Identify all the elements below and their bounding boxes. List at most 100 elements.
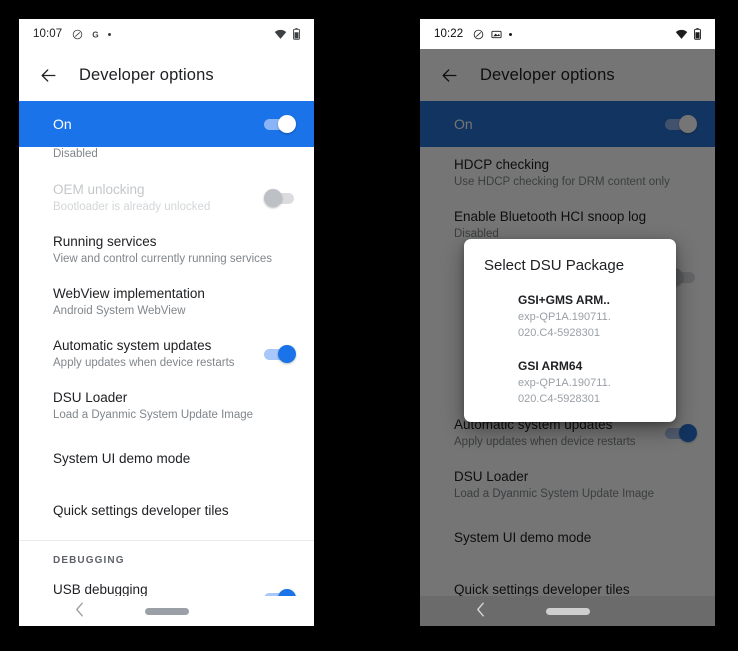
navigation-bar-right [420, 596, 715, 626]
list-item-texts: WebView implementation Android System We… [53, 285, 296, 319]
list-item-subtitle: Android System WebView [53, 305, 186, 317]
do-not-disturb-icon [72, 29, 83, 40]
settings-list-left: Disabled OEM unlocking Bootloader is alr… [19, 147, 314, 626]
list-item-title: Automatic system updates [53, 338, 212, 353]
list-item-title: WebView implementation [53, 286, 205, 301]
dialog-option-build-line1: exp-QP1A.190711. [518, 311, 611, 323]
list-item[interactable]: Disabled [19, 147, 314, 172]
list-item-title: Running services [53, 234, 157, 249]
section-header-debugging: DEBUGGING [53, 555, 125, 566]
list-item-webview-implementation[interactable]: WebView implementation Android System We… [19, 276, 314, 328]
wifi-icon [675, 29, 688, 40]
list-item-system-ui-demo-mode[interactable]: System UI demo mode [420, 511, 715, 563]
list-item-texts: Automatic system updates Apply updates w… [53, 337, 264, 371]
list-item-dsu-loader[interactable]: DSU Loader Load a Dyanmic System Update … [19, 380, 314, 432]
list-item-dsu-loader[interactable]: DSU Loader Load a Dyanmic System Update … [420, 459, 715, 511]
list-item-texts: Quick settings developer tiles [53, 502, 296, 519]
list-item-title: System UI demo mode [53, 450, 191, 466]
more-dot-icon [509, 32, 513, 36]
list-item-subtitle: Apply updates when device restarts [454, 436, 636, 448]
list-item-title: Quick settings developer tiles [53, 502, 229, 518]
dialog-option-gsi-gms-arm[interactable]: GSI+GMS ARM.. exp-QP1A.190711. 020.C4-59… [464, 292, 676, 340]
screenshot-stage: 10:07 G Developer options On Disabled OE… [0, 0, 738, 651]
toggle-thumb [679, 424, 697, 442]
oem-unlocking-toggle[interactable] [264, 189, 296, 207]
list-item-running-services[interactable]: Running services View and control curren… [19, 224, 314, 276]
battery-icon [293, 28, 300, 40]
automatic-system-updates-toggle[interactable] [264, 345, 296, 363]
status-right-icons [274, 28, 300, 40]
more-dot-icon [108, 32, 112, 36]
master-switch-toggle[interactable] [665, 115, 697, 133]
status-clock: 10:22 [434, 28, 464, 40]
status-bar-right: 10:22 [420, 19, 715, 49]
dialog-option-build-line2: 020.C4-5928301 [518, 327, 600, 339]
list-item-texts: Quick settings developer tiles [454, 581, 697, 598]
list-item-subtitle: Disabled [53, 148, 98, 160]
list-item-subtitle: Apply updates when device restarts [53, 357, 235, 369]
list-item-texts: Enable Bluetooth HCI snoop log Disabled [454, 208, 697, 242]
battery-icon [694, 28, 701, 40]
list-item-subtitle: Load a Dyanmic System Update Image [454, 488, 655, 500]
status-bar-left: 10:07 G [19, 19, 314, 49]
status-left-icons: G [72, 29, 112, 40]
page-title: Developer options [79, 65, 214, 84]
nav-back-chevron-icon[interactable] [476, 602, 485, 620]
list-item-system-ui-demo-mode[interactable]: System UI demo mode [19, 432, 314, 484]
developer-options-master-row[interactable]: On [420, 101, 715, 147]
master-switch-label: On [53, 116, 72, 132]
list-item-texts: System UI demo mode [53, 450, 296, 467]
back-arrow-icon[interactable] [436, 62, 462, 88]
automatic-system-updates-toggle[interactable] [665, 424, 697, 442]
screen-left: 10:07 G Developer options On Disabled OE… [19, 19, 314, 626]
master-switch-toggle[interactable] [264, 115, 296, 133]
dialog-title: Select DSU Package [484, 257, 625, 274]
nav-back-chevron-icon[interactable] [75, 602, 84, 620]
list-item-title: OEM unlocking [53, 182, 145, 197]
list-item-texts: DSU Loader Load a Dyanmic System Update … [454, 468, 697, 502]
screen-right: 10:22 Developer options On HDCP checking… [420, 19, 715, 626]
list-item-texts: System UI demo mode [454, 529, 697, 546]
list-item-hdcp-checking[interactable]: HDCP checking Use HDCP checking for DRM … [420, 147, 715, 199]
list-item-subtitle: Use HDCP checking for DRM content only [454, 176, 670, 188]
list-item-quick-settings-developer-tiles[interactable]: Quick settings developer tiles [19, 484, 314, 536]
nav-home-pill-icon[interactable] [545, 607, 590, 615]
list-item-title: System UI demo mode [454, 529, 592, 545]
dialog-option-build-line1: exp-QP1A.190711. [518, 377, 611, 389]
select-dsu-package-dialog: Select DSU Package GSI+GMS ARM.. exp-QP1… [464, 239, 676, 422]
dialog-option-gsi-arm64[interactable]: GSI ARM64 exp-QP1A.190711. 020.C4-592830… [464, 358, 676, 406]
dialog-option-name: GSI+GMS ARM.. [518, 293, 610, 307]
toggle-thumb [264, 189, 282, 207]
list-item-oem-unlocking[interactable]: OEM unlocking Bootloader is already unlo… [19, 172, 314, 224]
toggle-thumb [679, 115, 697, 133]
list-item-subtitle: View and control currently running servi… [53, 253, 273, 265]
list-item-title: DSU Loader [454, 469, 529, 484]
list-item-subtitle: Load a Dyanmic System Update Image [53, 409, 254, 421]
toggle-thumb [278, 115, 296, 133]
list-item-title: Quick settings developer tiles [454, 581, 630, 597]
do-not-disturb-icon [473, 29, 484, 40]
phone-screenshot-right: 10:22 Developer options On HDCP checking… [420, 19, 715, 626]
list-item-texts: DSU Loader Load a Dyanmic System Update … [53, 389, 296, 423]
nav-home-pill-icon[interactable] [144, 607, 189, 615]
dialog-option-name: GSI ARM64 [518, 359, 583, 373]
list-item-texts: HDCP checking Use HDCP checking for DRM … [454, 156, 697, 190]
status-clock: 10:07 [33, 28, 63, 40]
list-item-title: Enable Bluetooth HCI snoop log [454, 209, 647, 224]
status-right-icons [675, 28, 701, 40]
status-left-icons [473, 29, 513, 40]
toggle-thumb [278, 345, 296, 363]
list-item-automatic-system-updates[interactable]: Automatic system updates Apply updates w… [19, 328, 314, 380]
page-title: Developer options [480, 65, 615, 84]
list-item-subtitle: Bootloader is already unlocked [53, 201, 211, 213]
list-item-title: DSU Loader [53, 390, 128, 405]
svg-text:G: G [93, 30, 99, 39]
phone-screenshot-left: 10:07 G Developer options On Disabled OE… [19, 19, 314, 626]
app-bar-left: Developer options [19, 49, 314, 101]
list-item-texts: OEM unlocking Bootloader is already unlo… [53, 181, 264, 215]
developer-options-master-row[interactable]: On [19, 101, 314, 147]
wifi-icon [274, 29, 287, 40]
screenshot-image-icon [491, 29, 502, 40]
list-item-title: HDCP checking [454, 157, 550, 172]
back-arrow-icon[interactable] [35, 62, 61, 88]
